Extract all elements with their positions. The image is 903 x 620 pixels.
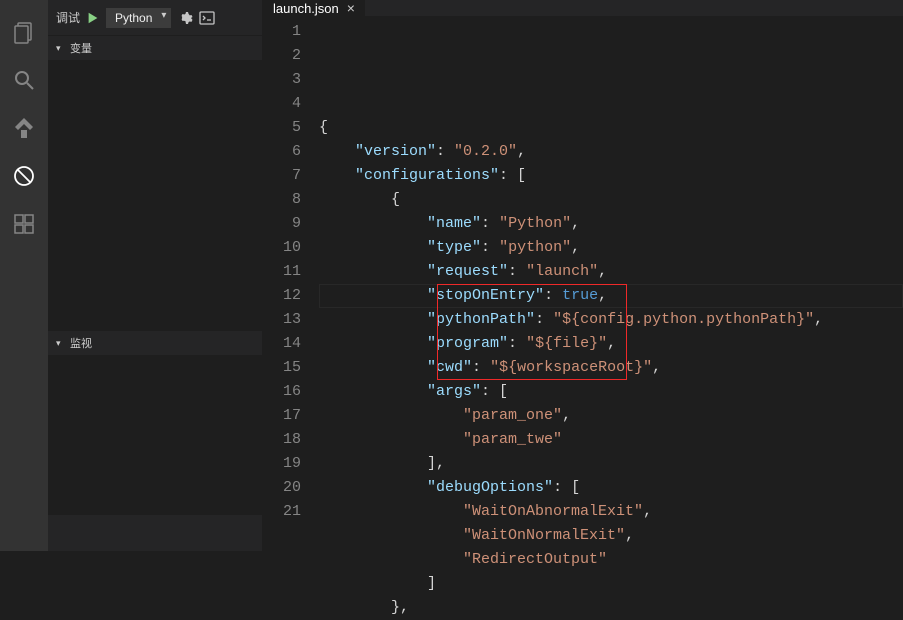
line-number: 12: [263, 284, 301, 308]
debug-label: 调试: [56, 9, 80, 26]
code-line[interactable]: "param_one",: [319, 404, 903, 428]
variables-section: ▾ 变量: [48, 35, 262, 330]
debug-side-panel: 调试 Python ▾ 变量 ▾ 监视: [48, 0, 263, 551]
code-line[interactable]: "program": "${file}",: [319, 332, 903, 356]
variables-body: [48, 60, 262, 330]
line-number-gutter: 123456789101112131415161718192021: [263, 16, 319, 620]
code-line[interactable]: "debugOptions": [: [319, 476, 903, 500]
line-number: 2: [263, 44, 301, 68]
code-line[interactable]: "args": []: [319, 380, 903, 404]
code-line[interactable]: "stopOnEntry": true,: [319, 284, 903, 308]
start-debug-button[interactable]: [86, 11, 100, 25]
code-line[interactable]: "pythonPath": "${config.python.pythonPat…: [319, 308, 903, 332]
source-control-icon[interactable]: [0, 104, 48, 152]
line-number: 15: [263, 356, 301, 380]
chevron-down-icon: ▾: [56, 338, 66, 349]
debug-console-icon[interactable]: [199, 10, 215, 26]
line-number: 1: [263, 20, 301, 44]
line-number: 10: [263, 236, 301, 260]
code-line[interactable]: "name": "Python",: [319, 212, 903, 236]
line-number: 14: [263, 332, 301, 356]
line-number: 20: [263, 476, 301, 500]
code-line[interactable]: "RedirectOutput": [319, 548, 903, 572]
code-line[interactable]: "cwd": "${workspaceRoot}",: [319, 356, 903, 380]
activity-bar: [0, 0, 48, 551]
gear-icon[interactable]: [177, 10, 193, 26]
code-line[interactable]: {: [319, 116, 903, 140]
code-line[interactable]: ]: [319, 572, 903, 596]
chevron-down-icon: ▾: [56, 43, 66, 54]
line-number: 7: [263, 164, 301, 188]
watch-header[interactable]: ▾ 监视: [48, 330, 262, 355]
line-number: 8: [263, 188, 301, 212]
debug-toolbar: 调试 Python: [48, 0, 262, 35]
code-line[interactable]: "request": "launch",: [319, 260, 903, 284]
code-line[interactable]: "WaitOnAbnormalExit",: [319, 500, 903, 524]
line-number: 17: [263, 404, 301, 428]
line-number: 4: [263, 92, 301, 116]
tab-label: launch.json: [273, 1, 339, 16]
code-line[interactable]: "type": "python",: [319, 236, 903, 260]
line-number: 18: [263, 428, 301, 452]
code-line[interactable]: "version": "0.2.0",: [319, 140, 903, 164]
line-number: 11: [263, 260, 301, 284]
line-number: 3: [263, 68, 301, 92]
code-line[interactable]: },: [319, 596, 903, 620]
explorer-icon[interactable]: [0, 8, 48, 56]
line-number: 5: [263, 116, 301, 140]
line-number: 6: [263, 140, 301, 164]
editor-area: launch.json × 12345678910111213141516171…: [263, 0, 903, 551]
tab-launch-json[interactable]: launch.json ×: [263, 0, 366, 16]
line-number: 16: [263, 380, 301, 404]
code-content[interactable]: { "version": "0.2.0", "configurations": …: [319, 16, 903, 620]
debug-config-dropdown[interactable]: Python: [106, 8, 171, 28]
watch-section: ▾ 监视: [48, 330, 262, 515]
variables-header[interactable]: ▾ 变量: [48, 35, 262, 60]
search-icon[interactable]: [0, 56, 48, 104]
line-number: 19: [263, 452, 301, 476]
watch-title: 监视: [70, 335, 92, 351]
code-line[interactable]: ],: [319, 452, 903, 476]
line-number: 21: [263, 500, 301, 524]
code-line[interactable]: "configurations": [: [319, 164, 903, 188]
code-editor[interactable]: 123456789101112131415161718192021 { "ver…: [263, 16, 903, 620]
line-number: 9: [263, 212, 301, 236]
extensions-icon[interactable]: [0, 200, 48, 248]
variables-title: 变量: [70, 40, 92, 56]
code-line[interactable]: "param_twe": [319, 428, 903, 452]
watch-body: [48, 355, 262, 515]
tab-bar: launch.json ×: [263, 0, 903, 16]
line-number: 13: [263, 308, 301, 332]
code-line[interactable]: "WaitOnNormalExit",: [319, 524, 903, 548]
debug-icon[interactable]: [0, 152, 48, 200]
code-line[interactable]: {: [319, 188, 903, 212]
close-icon[interactable]: ×: [347, 0, 355, 16]
